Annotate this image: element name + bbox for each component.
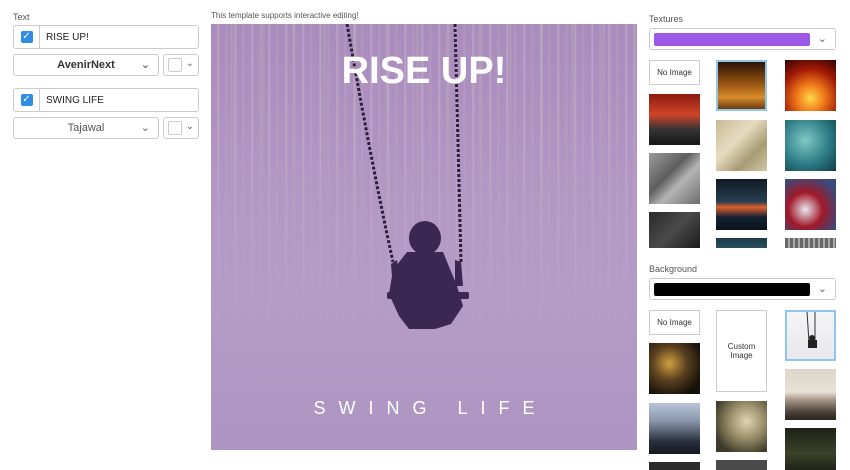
background-thumb-ocean-waves[interactable]: [649, 403, 700, 454]
checkmark-icon: ✓: [20, 94, 33, 106]
background-thumb-partial-1[interactable]: [649, 462, 700, 470]
color-swatch: [168, 58, 182, 72]
text-section-label: Text: [13, 12, 30, 22]
background-dropdown[interactable]: ⌄: [649, 278, 836, 300]
background-thumb-cliff-jump[interactable]: [785, 369, 836, 420]
chevron-down-icon: ⌄: [185, 58, 194, 69]
background-thumb-fern[interactable]: [716, 401, 767, 452]
texture-thumb-fire[interactable]: [785, 60, 836, 111]
texture-thumb-concrete[interactable]: [649, 153, 700, 204]
canvas-title-text[interactable]: RISE UP!: [211, 50, 637, 93]
texture-thumb-splash[interactable]: [785, 179, 836, 230]
interactive-notice: This template supports interactive editi…: [211, 11, 359, 20]
background-thumb-bokeh-gold[interactable]: [649, 343, 700, 394]
texture-color-bar: [654, 33, 810, 46]
background-custom-image-button[interactable]: Custom Image: [716, 310, 767, 392]
swing-icon: [806, 312, 817, 348]
chevron-down-icon: ⌄: [817, 33, 827, 45]
design-canvas[interactable]: RISE UP! SWING LIFE: [211, 24, 637, 450]
textures-dropdown[interactable]: ⌄: [649, 28, 836, 50]
texture-thumb-sunset-sea[interactable]: [716, 179, 767, 230]
chevron-down-icon: ⌄: [817, 283, 827, 295]
color-picker-2[interactable]: ⌄: [163, 117, 199, 139]
text-line-2-input[interactable]: SWING LIFE: [40, 95, 104, 106]
text-line-1-input[interactable]: RISE UP!: [40, 32, 89, 43]
texture-thumb-bokeh-teal[interactable]: [785, 120, 836, 171]
font-select-1-value: AvenirNext: [57, 59, 115, 71]
font-select-1[interactable]: AvenirNext ⌄: [13, 54, 159, 76]
texture-thumb-partial-1[interactable]: [716, 238, 767, 248]
texture-thumb-fur[interactable]: [716, 120, 767, 171]
color-picker-1[interactable]: ⌄: [163, 54, 199, 76]
font-select-2[interactable]: Tajawal ⌄: [13, 117, 159, 139]
background-thumb-dark-forest[interactable]: [785, 428, 836, 470]
chevron-down-icon: ⌄: [140, 122, 150, 134]
font-select-2-value: Tajawal: [67, 122, 105, 134]
textures-section-label: Textures: [649, 14, 684, 24]
text-line-2-checkbox[interactable]: ✓: [14, 89, 40, 111]
texture-no-image-button[interactable]: No Image: [649, 60, 700, 85]
texture-thumb-cracked[interactable]: [649, 212, 700, 248]
background-thumb-swing[interactable]: [785, 310, 836, 361]
background-thumb-partial-2[interactable]: [716, 460, 767, 470]
chevron-down-icon: ⌄: [185, 121, 194, 132]
chevron-down-icon: ⌄: [140, 59, 150, 71]
color-swatch: [168, 121, 182, 135]
background-section-label: Background: [649, 264, 698, 274]
texture-thumb-partial-2[interactable]: [785, 238, 836, 248]
text-line-1-row: ✓ RISE UP!: [13, 25, 199, 49]
text-line-1-checkbox[interactable]: ✓: [14, 26, 40, 48]
texture-thumb-smoke-red[interactable]: [649, 94, 700, 145]
background-no-image-button[interactable]: No Image: [649, 310, 700, 335]
text-line-2-row: ✓ SWING LIFE: [13, 88, 199, 112]
checkmark-icon: ✓: [20, 31, 33, 43]
canvas-subtitle-text[interactable]: SWING LIFE: [211, 398, 637, 419]
texture-thumb-golden[interactable]: [716, 60, 767, 111]
background-color-bar: [654, 283, 810, 296]
